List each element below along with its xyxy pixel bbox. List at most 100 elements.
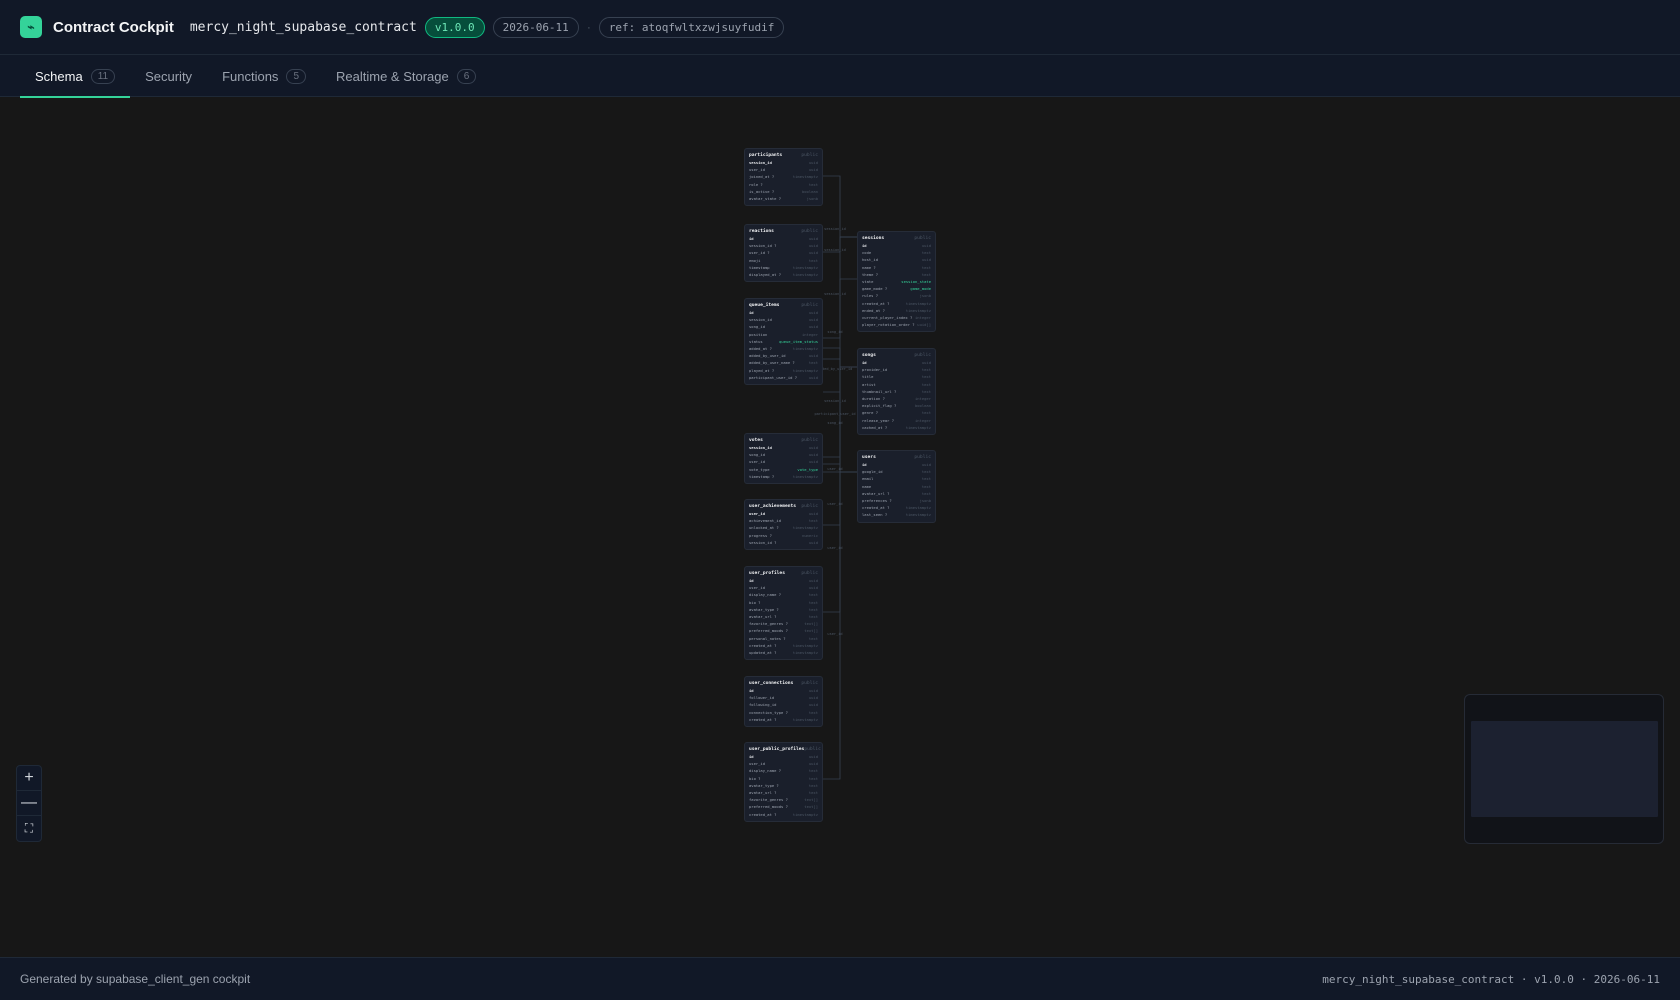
column-name: user_id: [749, 167, 766, 173]
column-name: name ?: [862, 264, 876, 270]
fit-view-button[interactable]: ⛶: [17, 816, 41, 841]
column-row: preferred_moods ? text[]: [749, 627, 818, 634]
column-name: avatar_type ?: [749, 782, 779, 788]
column-type: integer: [801, 331, 818, 337]
column-type: timestamptz: [905, 512, 931, 518]
table-card-participants[interactable]: participants public session_id uuid user_id u…: [744, 148, 823, 207]
column-name: release_year ?: [862, 417, 895, 423]
zoom-controls: + — ⛶: [16, 765, 42, 842]
column-name: played_at ?: [749, 367, 775, 373]
table-card-queue-items[interactable]: queue_items public id uuid session_id uuid son…: [744, 298, 823, 386]
column-row: timestamp timestamptz: [749, 264, 818, 271]
relationship-edge: [823, 471, 857, 780]
column-type: text: [921, 410, 931, 416]
column-type: uuid: [921, 462, 931, 467]
column-type: uuid: [921, 360, 931, 365]
edge-label: session_id: [824, 399, 846, 403]
column-row: duration ? integer: [862, 395, 931, 402]
column-type: timestamptz: [792, 272, 818, 278]
primary-key-column-name: id: [862, 360, 867, 365]
primary-key-column-name: id: [749, 754, 754, 759]
table-schema: public: [801, 303, 818, 308]
column-row: id uuid: [862, 461, 931, 468]
column-name: unlocked_at ?: [749, 525, 779, 531]
version-badge: v1.0.0: [424, 16, 485, 38]
column-name: vote_type: [749, 466, 770, 472]
column-row: is_active ? boolean: [749, 188, 818, 195]
column-row: genre ? text: [862, 409, 931, 416]
column-type: uuid: [808, 243, 818, 249]
tab-schema[interactable]: Schema 11: [20, 55, 131, 98]
table-schema: public: [914, 236, 931, 241]
column-row: added_at ? timestamptz: [749, 345, 818, 352]
column-row: avatar_url ? text: [749, 613, 818, 620]
column-type: jsonb: [919, 293, 931, 299]
primary-key-column-name: session_id: [749, 445, 772, 450]
schema-canvas[interactable]: session_id session_id session_id song_idadd…: [0, 97, 1680, 957]
table-card-sessions[interactable]: sessions public id uuid code text host_id uuid n…: [857, 231, 936, 333]
column-name: last_seen ?: [862, 512, 888, 518]
column-type: uuid: [808, 310, 818, 315]
column-type: timestamptz: [792, 650, 818, 656]
app-header: ⌁ Contract Cockpit mercy_night_supabase_…: [0, 0, 1680, 55]
table-schema: public: [914, 455, 931, 460]
column-type: text: [808, 181, 818, 187]
column-type: timestamptz: [792, 346, 818, 352]
table-card-header: user_achievements public: [749, 503, 818, 510]
column-name: preferred_moods ?: [749, 628, 788, 634]
table-schema: public: [804, 747, 821, 752]
column-type: text: [921, 250, 931, 256]
column-type: text: [921, 388, 931, 394]
column-name: player_rotation_order ?: [862, 322, 915, 328]
column-name: duration ?: [862, 396, 885, 402]
minimap[interactable]: [1464, 694, 1664, 844]
tab-label: Functions: [222, 68, 279, 84]
column-row: name ? text: [862, 264, 931, 271]
table-card-songs[interactable]: songs public id uuid provider_id text title tex…: [857, 348, 936, 436]
table-card-users[interactable]: users public id uuid google_id text email text n…: [857, 450, 936, 523]
table-card-user-connections[interactable]: user_connections public id uuid follower_id u…: [744, 676, 823, 728]
column-type: text: [808, 257, 818, 263]
column-type: uuid: [808, 511, 818, 516]
table-card-user-achievements[interactable]: user_achievements public user_id uuid achiev…: [744, 499, 823, 551]
column-row: bio ? text: [749, 599, 818, 606]
table-card-user-public-profiles[interactable]: user_public_profiles public id uuid user_id u…: [744, 742, 823, 822]
column-name: status: [749, 338, 763, 344]
header-separator: ·: [586, 20, 591, 34]
column-name: following_id: [749, 702, 777, 708]
table-card-votes[interactable]: votes public session_id uuid song_id uuid user…: [744, 433, 823, 485]
column-row: user_id ? uuid: [749, 249, 818, 256]
column-type: text[]: [804, 804, 818, 810]
zoom-in-button[interactable]: +: [17, 766, 41, 791]
column-row: user_id uuid: [749, 584, 818, 591]
column-row: session_id uuid: [749, 316, 818, 323]
column-row: created_at ? timestamptz: [749, 811, 818, 818]
minimap-viewport[interactable]: [1471, 721, 1658, 817]
table-card-user-profiles[interactable]: user_profiles public id uuid user_id uuid disp…: [744, 566, 823, 661]
column-row: vote_type vote_type: [749, 466, 818, 473]
column-row: unlocked_at ? timestamptz: [749, 524, 818, 531]
date-badge: 2026-06-11: [492, 16, 579, 38]
tab-label: Security: [145, 68, 193, 84]
column-name: added_by_user_name ?: [749, 360, 795, 366]
column-row: user_id uuid: [749, 510, 818, 517]
column-name: avatar_url ?: [862, 490, 890, 496]
table-card-header: user_connections public: [749, 680, 818, 687]
logo-icon: ⌁: [20, 16, 42, 38]
column-row: artist text: [862, 381, 931, 388]
zoom-out-button[interactable]: —: [17, 791, 41, 816]
footer-generator-text: Generated by supabase_client_gen cockpit: [20, 972, 251, 986]
column-row: id uuid: [749, 309, 818, 316]
table-card-reactions[interactable]: reactions public id uuid session_id ? uuid use…: [744, 224, 823, 283]
column-name: explicit_flag ?: [862, 403, 897, 409]
column-name: host_id: [862, 257, 879, 263]
column-type: timestamptz: [792, 642, 818, 648]
tab-realtime-storage[interactable]: Realtime & Storage 6: [321, 55, 491, 97]
column-name: song_id: [749, 324, 766, 330]
tab-functions[interactable]: Functions 5: [207, 55, 321, 97]
edge-label: session_id: [824, 227, 846, 231]
tab-security[interactable]: Security: [130, 55, 207, 97]
column-type: uuid: [808, 585, 818, 591]
column-row: player_rotation_order ? uuid[]: [862, 321, 931, 328]
column-row: session_id uuid: [749, 159, 818, 166]
